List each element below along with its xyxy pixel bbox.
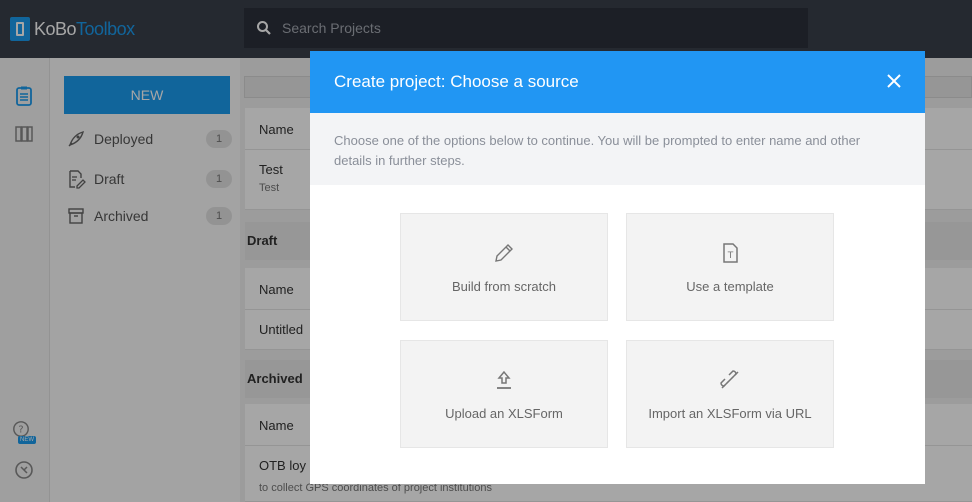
option-label: Build from scratch: [451, 278, 557, 294]
create-project-modal: Create project: Choose a source Choose o…: [310, 51, 925, 484]
svg-text:T: T: [727, 251, 734, 261]
option-label: Upload an XLSForm: [445, 405, 563, 421]
use-template-button[interactable]: T Use a template: [626, 213, 834, 321]
build-from-scratch-button[interactable]: Build from scratch: [400, 213, 608, 321]
modal-title: Create project: Choose a source: [334, 72, 579, 91]
link-icon: [720, 369, 739, 389]
modal-description: Choose one of the options below to conti…: [310, 113, 925, 185]
pencil-icon: [495, 243, 513, 262]
import-xlsform-url-button[interactable]: Import an XLSForm via URL: [626, 340, 834, 448]
close-icon[interactable]: [885, 72, 903, 90]
option-label: Use a template: [686, 278, 774, 294]
template-icon: T: [723, 242, 738, 263]
upload-icon: [497, 370, 511, 389]
option-label: Import an XLSForm via URL: [648, 405, 812, 421]
modal-header: Create project: Choose a source: [310, 51, 925, 113]
upload-xlsform-button[interactable]: Upload an XLSForm: [400, 340, 608, 448]
